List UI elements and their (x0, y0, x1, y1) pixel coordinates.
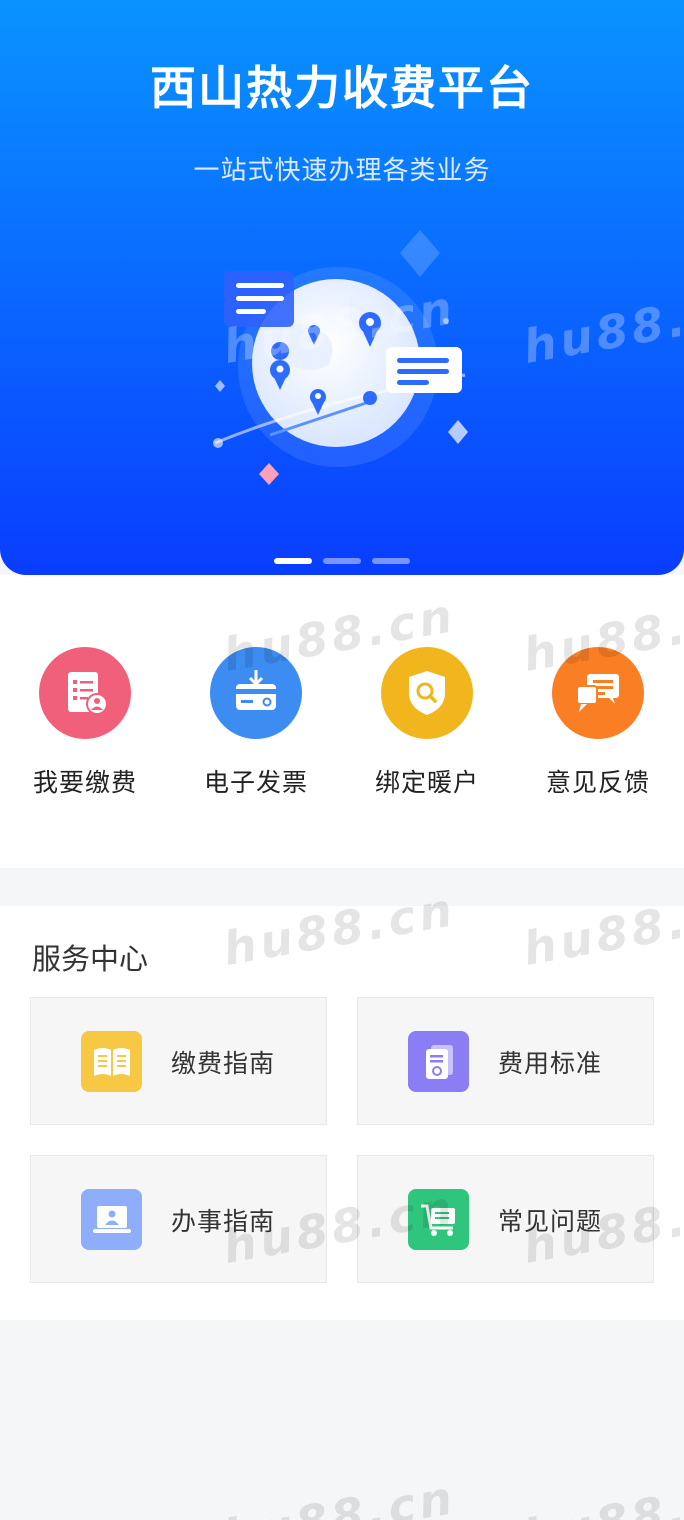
feedback-button[interactable]: 意见反馈 (523, 647, 673, 807)
bill-payment-icon (39, 647, 131, 739)
carousel-dot[interactable] (323, 558, 361, 564)
carousel-dot[interactable] (372, 558, 410, 564)
e-invoice-button[interactable]: 电子发票 (181, 647, 331, 807)
faq-label: 常见问题 (498, 1207, 603, 1236)
cart-icon (408, 1189, 469, 1250)
payment-guide-card[interactable]: 缴费指南 (30, 997, 327, 1125)
book-icon (81, 1031, 142, 1092)
payment-guide-label: 缴费指南 (171, 1049, 276, 1078)
service-guide-label: 办事指南 (171, 1207, 276, 1236)
globe-illustration (213, 230, 468, 485)
service-center-title: 服务中心 (32, 942, 149, 976)
bind-household-button[interactable]: 绑定暖户 (352, 647, 502, 807)
shield-search-icon (381, 647, 473, 739)
e-invoice-label: 电子发票 (203, 768, 308, 797)
fee-standard-label: 费用标准 (498, 1049, 603, 1078)
watermark: hu88.cn (519, 1470, 684, 1520)
feedback-label: 意见反馈 (545, 768, 650, 797)
app-subtitle: 一站式快速办理各类业务 (193, 156, 491, 186)
app-title: 西山热力收费平台 (150, 61, 534, 115)
carousel-indicator (0, 558, 684, 566)
pay-fee-button[interactable]: 我要缴费 (10, 647, 160, 807)
e-invoice-icon (210, 647, 302, 739)
laptop-user-icon (81, 1189, 142, 1250)
hero-banner[interactable]: 西山热力收费平台 一站式快速办理各类业务 (0, 0, 684, 575)
faq-card[interactable]: 常见问题 (357, 1155, 654, 1283)
document-icon (408, 1031, 469, 1092)
service-center: 服务中心 缴费指南 费用标准 办事指南 常见问题 (0, 906, 684, 1320)
pay-fee-label: 我要缴费 (32, 768, 137, 797)
fee-standard-card[interactable]: 费用标准 (357, 997, 654, 1125)
service-guide-card[interactable]: 办事指南 (30, 1155, 327, 1283)
quick-actions: 我要缴费 电子发票 绑定暖户 意见反馈 (0, 575, 684, 868)
watermark: hu88.cn (219, 1470, 460, 1520)
feedback-chat-icon (552, 647, 644, 739)
carousel-dot[interactable] (274, 558, 312, 564)
bind-household-label: 绑定暖户 (374, 768, 479, 797)
